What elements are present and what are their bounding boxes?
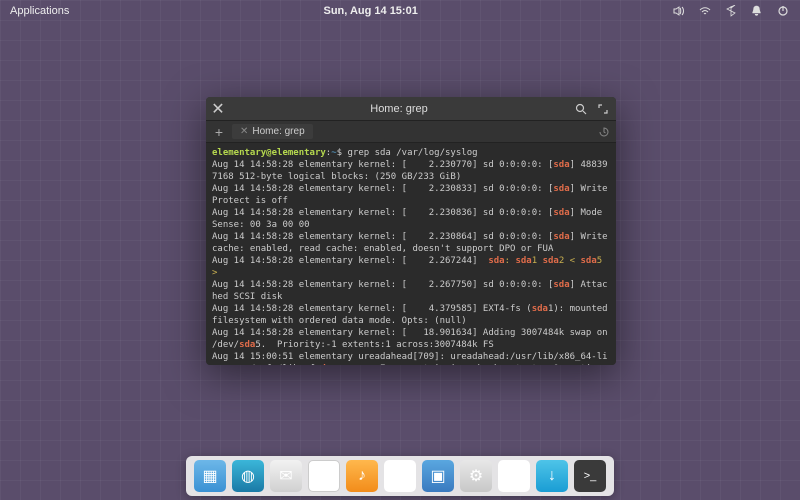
dock-app-terminal[interactable]: >_ <box>574 460 606 492</box>
search-icon[interactable] <box>574 102 588 116</box>
dock-app-settings[interactable]: ⚙ <box>460 460 492 492</box>
close-icon[interactable]: ✕ <box>212 103 224 115</box>
terminal-window: ✕ Home: grep + ✕ Home: grep elementary@e… <box>206 97 616 365</box>
dock-app-music[interactable]: ♪ <box>346 460 378 492</box>
clock[interactable]: Sun, Aug 14 15:01 <box>323 5 417 17</box>
dock-app-files[interactable]: ▦ <box>194 460 226 492</box>
titlebar[interactable]: ✕ Home: grep <box>206 97 616 121</box>
history-icon[interactable] <box>596 124 612 140</box>
dock-app-bug[interactable]: ☣ <box>498 460 530 492</box>
dock-app-appcenter[interactable]: ↓ <box>536 460 568 492</box>
tab-close-icon[interactable]: ✕ <box>240 126 248 137</box>
notifications-icon[interactable] <box>750 4 764 18</box>
new-tab-button[interactable]: + <box>210 123 228 141</box>
dock-app-calendar[interactable]: 14 <box>308 460 340 492</box>
dock: ▦◍✉14♪▶▣⚙☣↓>_ <box>186 456 614 496</box>
maximize-icon[interactable] <box>596 102 610 116</box>
top-panel: Applications Sun, Aug 14 15:01 <box>0 0 800 22</box>
terminal-output[interactable]: elementary@elementary:~$ grep sda /var/l… <box>206 143 616 365</box>
volume-icon[interactable] <box>672 4 686 18</box>
dock-app-photos[interactable]: ▣ <box>422 460 454 492</box>
terminal-tab[interactable]: ✕ Home: grep <box>232 124 313 139</box>
network-icon[interactable] <box>698 4 712 18</box>
tab-bar: + ✕ Home: grep <box>206 121 616 143</box>
bluetooth-icon[interactable] <box>724 4 738 18</box>
tab-label: Home: grep <box>252 126 304 137</box>
dock-app-web[interactable]: ◍ <box>232 460 264 492</box>
dock-app-videos[interactable]: ▶ <box>384 460 416 492</box>
dock-app-mail[interactable]: ✉ <box>270 460 302 492</box>
power-icon[interactable] <box>776 4 790 18</box>
window-title: Home: grep <box>232 103 566 115</box>
applications-menu[interactable]: Applications <box>10 5 69 17</box>
